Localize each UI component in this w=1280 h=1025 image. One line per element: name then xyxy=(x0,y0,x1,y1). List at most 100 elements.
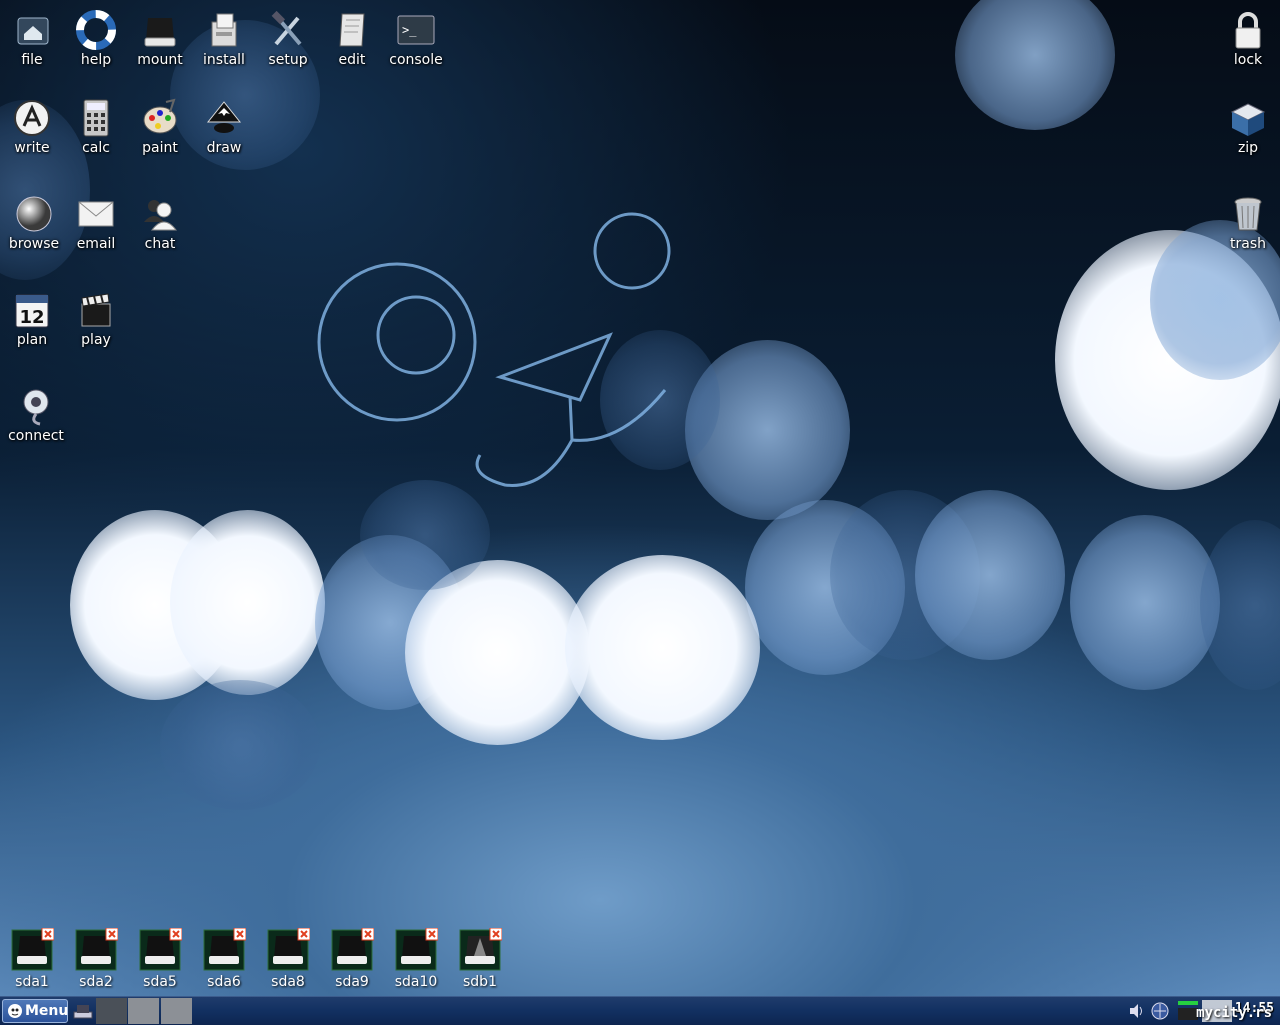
desktop-icon-console[interactable]: >_ console xyxy=(384,10,448,68)
trash-can-icon xyxy=(1234,197,1262,231)
desktop-icon-play[interactable]: play xyxy=(64,290,128,348)
padlock-icon xyxy=(1235,12,1261,49)
hard-drive-icon xyxy=(331,928,374,971)
desktop-icon-file[interactable]: file xyxy=(0,10,64,68)
desktop-icon-chat[interactable]: chat xyxy=(128,194,192,252)
envelope-icon xyxy=(78,201,114,227)
desktop-icon-label: email xyxy=(76,236,116,252)
hard-drive-icon xyxy=(267,928,310,971)
drive-label: sda8 xyxy=(271,974,305,990)
wallpaper-logo xyxy=(317,212,671,487)
desktop-icon-draw[interactable]: draw xyxy=(192,98,256,156)
desktop-icon-email[interactable]: email xyxy=(64,194,128,252)
calendar-icon: 12 xyxy=(15,294,49,328)
desktop-icon-plan[interactable]: 12 plan xyxy=(0,290,64,348)
terminal-icon: >_ xyxy=(397,15,435,45)
desktop-icon-install[interactable]: install xyxy=(192,10,256,68)
desktop-icon-label: mount xyxy=(137,52,183,68)
desktop-icon-label: chat xyxy=(144,236,176,252)
drive-label: sdb1 xyxy=(463,974,497,990)
hard-drive-icon xyxy=(203,928,246,971)
drive-sda5[interactable]: sda5 xyxy=(130,928,190,990)
clapperboard-icon xyxy=(81,293,111,327)
desktop-icon-label: browse xyxy=(8,236,60,252)
drive-sdb1[interactable]: sdb1 xyxy=(450,928,510,990)
desktop-icon-calc[interactable]: calc xyxy=(64,98,128,156)
bokeh-light xyxy=(1200,520,1280,690)
bokeh-light xyxy=(160,680,320,810)
desktop-icon-paint[interactable]: paint xyxy=(128,98,192,156)
calculator-icon xyxy=(83,99,109,137)
desktop-icon-label: install xyxy=(203,52,245,68)
bokeh-light xyxy=(565,555,760,740)
desktop-icon-label: lock xyxy=(1233,52,1263,68)
desktop-icon-label: zip xyxy=(1237,140,1259,156)
drive-label: sda5 xyxy=(143,974,177,990)
desktop-icon-label: plan xyxy=(16,332,48,348)
drive-sda8[interactable]: sda8 xyxy=(258,928,318,990)
desktop-icon-setup[interactable]: setup xyxy=(256,10,320,68)
desktop-icon-label: file xyxy=(21,52,43,68)
desktop-icon-label: play xyxy=(81,332,111,348)
desktop-icon-label: connect xyxy=(8,428,64,444)
menu-button[interactable]: Menu xyxy=(2,999,68,1023)
desktop-icon-help[interactable]: help xyxy=(64,10,128,68)
drive-sda2[interactable]: sda2 xyxy=(66,928,126,990)
package-box-icon xyxy=(211,13,237,47)
drive-label: sda1 xyxy=(15,974,49,990)
taskbar: Menu 14:55 mycity.rs xyxy=(0,996,1280,1025)
drive-sda10[interactable]: sda10 xyxy=(386,928,446,990)
drive-sda9[interactable]: sda9 xyxy=(322,928,382,990)
pager-desktop-3[interactable] xyxy=(161,998,192,1024)
desktop-icon-zip[interactable]: zip xyxy=(1216,98,1280,156)
menu-button-label: Menu xyxy=(25,1003,69,1019)
pager-desktop-1[interactable] xyxy=(96,998,127,1024)
home-folder-icon xyxy=(17,17,49,45)
archive-box-icon xyxy=(1230,103,1266,136)
bokeh-light xyxy=(170,510,325,695)
show-desktop-icon[interactable] xyxy=(72,1000,94,1022)
desktop-icon-label: help xyxy=(80,52,112,68)
globe-icon xyxy=(16,196,52,232)
drive-sda6[interactable]: sda6 xyxy=(194,928,254,990)
volume-icon[interactable] xyxy=(1128,1002,1146,1020)
desktop-icon-label: draw xyxy=(206,140,242,156)
network-icon[interactable] xyxy=(1150,1001,1170,1021)
desktop-icon-label: setup xyxy=(268,52,308,68)
hard-drive-icon xyxy=(75,928,118,971)
hard-drive-icon xyxy=(11,928,54,971)
desktop-icon-browse[interactable]: browse xyxy=(2,194,66,252)
desktop-icon-label: edit xyxy=(338,52,366,68)
drive-icon xyxy=(144,18,176,47)
hard-drive-icon xyxy=(395,928,438,971)
network-connect-icon xyxy=(23,389,49,426)
svg-text:>_: >_ xyxy=(402,23,417,37)
usb-drive-icon xyxy=(459,928,502,971)
word-processor-icon xyxy=(14,100,50,136)
chat-people-icon xyxy=(144,200,178,231)
drive-sda1[interactable]: sda1 xyxy=(2,928,62,990)
watermark-text: mycity.rs xyxy=(1196,1005,1272,1021)
desktop-icon-trash[interactable]: trash xyxy=(1216,194,1280,252)
system-tray: 14:55 mycity.rs xyxy=(1120,997,1280,1025)
drive-label: sda2 xyxy=(79,974,113,990)
pager-desktop-2[interactable] xyxy=(128,998,159,1024)
drive-label: sda10 xyxy=(394,974,438,990)
puppy-logo-icon xyxy=(8,1004,22,1018)
desktop-icon-write[interactable]: write xyxy=(0,98,64,156)
desktop-icon-label: paint xyxy=(142,140,178,156)
desktop-icon-lock[interactable]: lock xyxy=(1216,10,1280,68)
notepad-icon xyxy=(339,13,365,47)
bokeh-light xyxy=(1070,515,1220,690)
desktop-icon-label: console xyxy=(389,52,443,68)
desktop-icon-connect[interactable]: connect xyxy=(4,386,68,444)
lifebuoy-icon xyxy=(76,10,116,50)
wrench-hammer-icon xyxy=(271,10,302,46)
desktop-icon-label: write xyxy=(14,140,50,156)
drive-label: sda6 xyxy=(207,974,241,990)
desktop-icon-mount[interactable]: mount xyxy=(128,10,192,68)
desktop-icon-edit[interactable]: edit xyxy=(320,10,384,68)
desktop-icon-label: trash xyxy=(1230,236,1266,252)
desktop-icon-label: calc xyxy=(82,140,110,156)
inkscape-icon xyxy=(206,101,242,133)
